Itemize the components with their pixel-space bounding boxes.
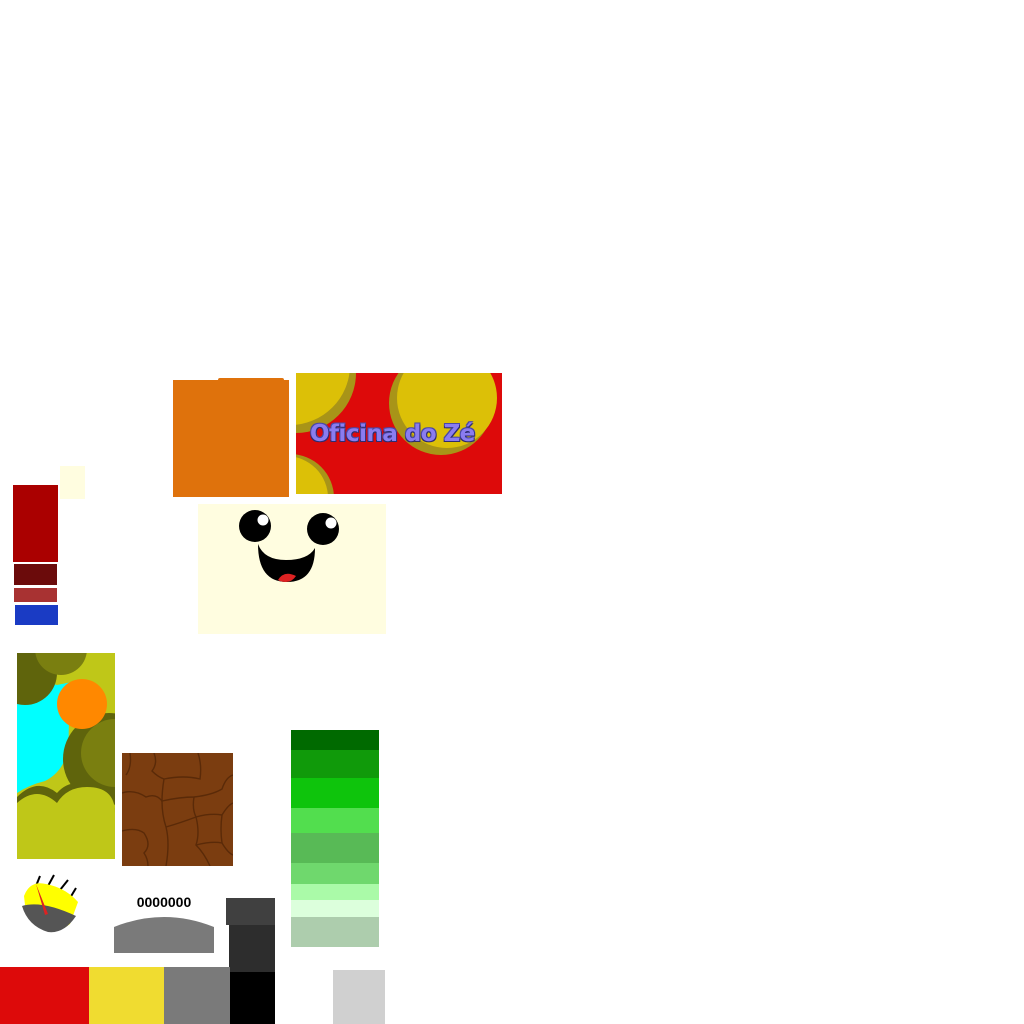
mud-texture-tile bbox=[122, 753, 233, 866]
banner-title: Oficina do Zé bbox=[310, 421, 475, 447]
counter-plate-shape bbox=[114, 917, 214, 953]
green-swatch bbox=[291, 808, 379, 833]
tower-body bbox=[229, 925, 275, 976]
landscape-scene bbox=[17, 653, 115, 859]
green-swatch bbox=[291, 750, 379, 778]
green-swatch bbox=[291, 884, 379, 900]
score-counter: 0000000 bbox=[136, 894, 192, 910]
bar-swatch-gray bbox=[164, 967, 230, 1024]
green-swatch bbox=[291, 863, 379, 884]
green-swatch bbox=[291, 778, 379, 808]
swatch-mid-red bbox=[14, 588, 57, 602]
green-swatch bbox=[291, 730, 379, 750]
green-swatch bbox=[291, 900, 379, 917]
tower-cap bbox=[226, 898, 275, 925]
face-panel bbox=[198, 504, 386, 634]
swatch-cream bbox=[60, 466, 85, 499]
swatch-blue bbox=[15, 605, 58, 625]
smiley-face-icon bbox=[239, 510, 339, 582]
mud-cracks bbox=[122, 753, 233, 866]
bar-swatch-yellow bbox=[89, 967, 164, 1024]
tower-base bbox=[230, 972, 275, 1024]
orange-block bbox=[173, 380, 289, 497]
green-swatch bbox=[291, 833, 379, 863]
green-swatch bbox=[291, 917, 379, 947]
bar-swatch-red bbox=[0, 967, 89, 1024]
speed-gauge-icon bbox=[18, 872, 82, 936]
swatch-dark-red bbox=[14, 564, 57, 585]
scene-art bbox=[17, 653, 115, 859]
swatch-red-tall bbox=[13, 485, 58, 562]
bar-swatch-light-gray bbox=[333, 970, 385, 1024]
green-palette-strip bbox=[291, 730, 379, 947]
gauge-art bbox=[22, 874, 78, 933]
counter-plate bbox=[114, 915, 214, 953]
title-banner: Oficina do Zé bbox=[296, 373, 502, 494]
